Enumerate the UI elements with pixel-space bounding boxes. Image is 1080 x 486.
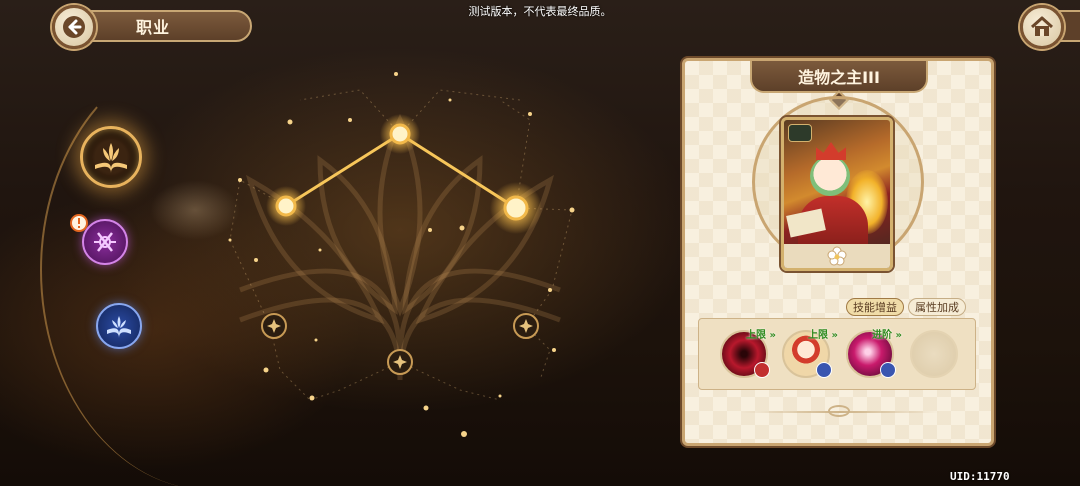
class-icon-lotus-book[interactable] <box>80 126 142 188</box>
class-title: 造物之主III <box>798 68 880 87</box>
card-footer <box>784 244 890 268</box>
magic-badge-icon <box>816 362 832 378</box>
tab-attribute-bonus[interactable]: 属性加成 <box>908 298 966 316</box>
blue-book-icon <box>107 316 131 338</box>
book-emblem-watermark <box>239 113 561 381</box>
effect-label: 进阶 » <box>872 330 902 341</box>
home-button[interactable] <box>1020 5 1064 49</box>
title-plate: 职业 <box>82 10 252 42</box>
tab-skill-bonus[interactable]: 技能增益 <box>846 298 904 316</box>
back-button[interactable] <box>52 5 96 49</box>
hero-card[interactable] <box>781 117 893 271</box>
book-lotus-icon <box>95 143 127 173</box>
class-icon-rune[interactable] <box>82 219 128 265</box>
effect-slot-2[interactable]: 上限 » <box>782 330 838 378</box>
home-icon <box>1030 16 1054 36</box>
page-title: 职业 <box>136 18 171 37</box>
alert-badge <box>70 214 88 232</box>
lit-nodes <box>266 114 542 234</box>
user-id: UID:11770 <box>950 470 1010 483</box>
sword-badge-icon <box>754 362 770 378</box>
panel-tabs: 技能增益 属性加成 <box>846 298 966 316</box>
rank-badge <box>788 124 812 142</box>
effect-slot-3[interactable]: 进阶 » <box>846 330 902 378</box>
effect-slot-1[interactable]: 上限 » <box>720 330 776 378</box>
decorative-knot <box>828 405 850 417</box>
crown-icon <box>816 142 846 160</box>
rune-sigil-icon <box>94 232 116 252</box>
hero-face <box>810 156 850 196</box>
back-arrow-icon <box>63 16 85 38</box>
effect-slot-4-empty <box>910 330 958 378</box>
panel-title-plate: 造物之主III <box>750 61 928 93</box>
effect-label: 上限 » <box>808 330 838 341</box>
effect-label: 上限 » <box>746 330 776 341</box>
constellation-map <box>228 72 575 437</box>
magic-badge-icon <box>880 362 896 378</box>
empty-slot-icon <box>910 330 958 378</box>
exclamation-icon <box>78 218 80 228</box>
class-icon-blue-book[interactable] <box>96 303 142 349</box>
flower-icon <box>827 246 847 266</box>
